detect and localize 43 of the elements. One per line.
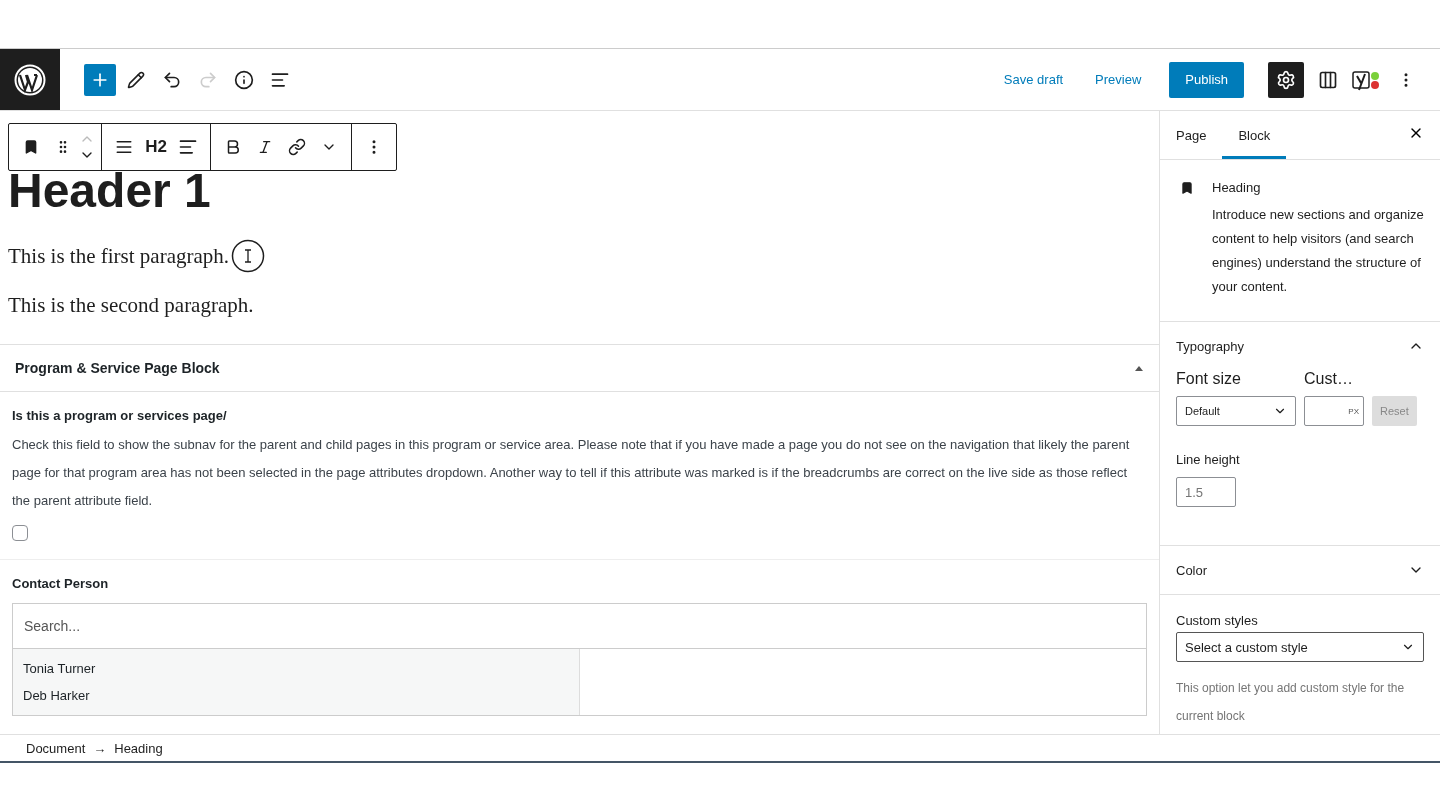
breadcrumb-link[interactable]: Heading (114, 740, 163, 756)
line-height-field[interactable]: 1.5 (1176, 477, 1236, 507)
meta-box-title: Program & Service Page Block (15, 360, 220, 376)
custom-styles-label: Custom styles (1176, 613, 1259, 628)
publish-button[interactable]: Publish (1169, 61, 1244, 98)
bookmark-icon (1180, 181, 1194, 195)
breadcrumb-separator: → (93, 740, 107, 756)
paragraph-text: This is the second paragraph. (8, 293, 254, 318)
font-size-label: Font size (1176, 370, 1242, 388)
list-item[interactable]: Deb Harker (13, 682, 579, 709)
custom-size-field[interactable]: PX (1304, 396, 1364, 426)
panel-header[interactable]: Typography (1176, 322, 1424, 370)
sidebar-tab[interactable]: Block (1222, 111, 1287, 159)
field-label: Contact Person (12, 576, 110, 591)
undo-icon (162, 69, 182, 90)
list-item[interactable]: Tonia Turner (13, 655, 579, 682)
custom-style-select[interactable]: Select a custom style (1176, 632, 1424, 662)
collapse-icon[interactable] (1134, 365, 1144, 371)
meta-box-header[interactable]: Program & Service Page Block (0, 344, 1159, 392)
field-label: Is this a program or services page/ (12, 408, 228, 423)
search-field[interactable]: Search... (12, 603, 1147, 649)
font-size-select[interactable]: Default (1176, 396, 1296, 426)
add-block-button[interactable] (84, 63, 116, 96)
help-text: This option let you add custom style for the current block (1176, 680, 1406, 725)
paragraph-text: This is the first paragraph. (8, 243, 230, 269)
sidebar-tab[interactable]: Page (1176, 111, 1223, 159)
custom-label: Cust… (1304, 370, 1354, 388)
cursor-icon (231, 239, 266, 273)
panel-header[interactable]: Color (1176, 546, 1424, 594)
checkbox[interactable] (12, 525, 28, 541)
field-description: Check this field to show the subnav for the parent and child pages in this program or service area. Please note that if you have made a page you do not see on the navigation that likely the parent page for that program area has not been selected in the page attributes dropdown. Another way to tell if this attribute was marked is if the breadcrumbs are correct on the live side as those reflect the parent attribute field. (12, 436, 1131, 510)
wordpress-logo[interactable] (0, 49, 60, 110)
save-draft-button[interactable]: Save draft (991, 64, 1076, 95)
block-description: Introduce new sections and organize content to help visitors (and search engines) understand the structure of your content. (1212, 206, 1424, 296)
preview-button[interactable]: Preview (1083, 64, 1154, 95)
wordpress-logo-icon (14, 63, 46, 96)
settings-icon (1276, 69, 1296, 90)
settings-button[interactable] (1268, 61, 1304, 98)
line-height-label: Line height (1176, 452, 1241, 467)
breadcrumb-link[interactable]: Document (26, 740, 86, 756)
redo-icon (198, 69, 218, 90)
block-title: Heading (1212, 180, 1262, 195)
seo-plugin-icon[interactable] (1352, 68, 1382, 91)
